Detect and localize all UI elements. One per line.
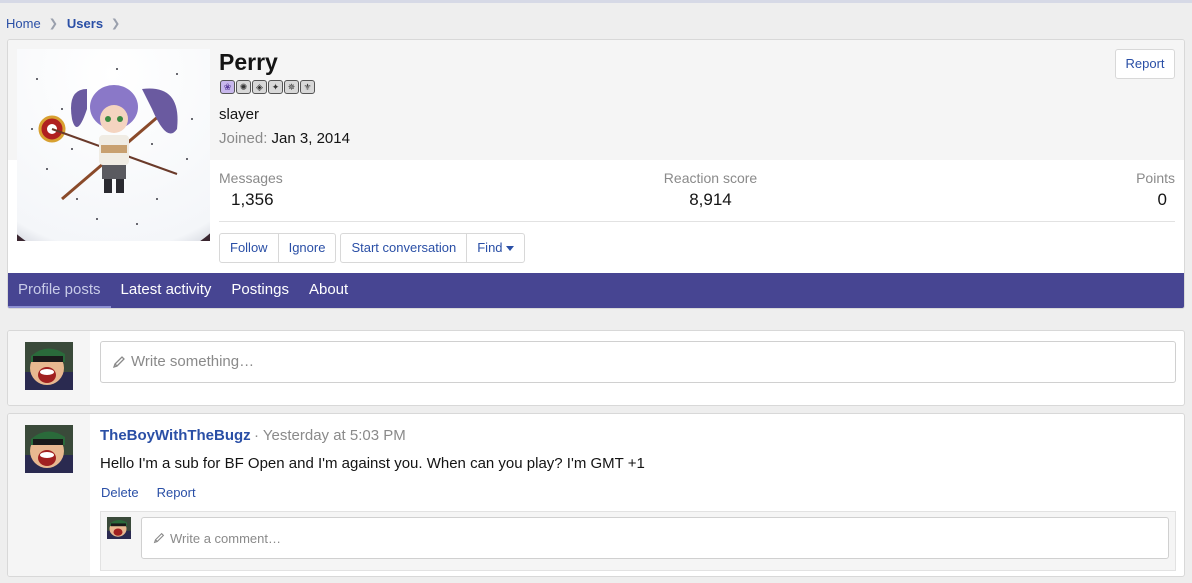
stat-value: 8,914: [689, 190, 732, 209]
pencil-icon: [153, 532, 165, 544]
chevron-right-icon: ❯: [111, 17, 121, 30]
tab-profile-posts[interactable]: Profile posts: [8, 273, 111, 308]
stat-label: Reaction score: [663, 170, 758, 186]
stat-messages[interactable]: Messages 1,356: [219, 170, 283, 210]
write-comment-input[interactable]: Write a comment…: [141, 517, 1169, 559]
start-conversation-button[interactable]: Start conversation: [341, 234, 468, 262]
pencil-icon: [112, 356, 125, 369]
conversation-find-group: Start conversation Find: [340, 233, 525, 263]
follow-ignore-group: Follow Ignore: [219, 233, 337, 263]
chevron-right-icon: ❯: [48, 17, 58, 30]
member-stats: Messages 1,356 Reaction score 8,914 Poin…: [219, 170, 1175, 222]
write-comment-placeholder: Write a comment…: [170, 530, 282, 546]
joined-date: Jan 3, 2014: [271, 130, 350, 147]
badge-icon: ✦: [268, 80, 283, 94]
badge-icon: ✺: [236, 80, 251, 94]
top-border: [0, 0, 1192, 3]
report-member-button[interactable]: Report: [1115, 49, 1175, 79]
post-actions: Delete Report: [101, 485, 196, 500]
find-button[interactable]: Find: [467, 234, 523, 262]
write-something-input[interactable]: Write something…: [100, 341, 1176, 383]
badge-icon: ◈: [252, 80, 267, 94]
stat-value: 0: [1157, 190, 1167, 209]
profile-post-composer: Write something…: [7, 330, 1185, 406]
badge-icon: ❀: [220, 80, 235, 94]
member-joined: Joined: Jan 3, 2014: [219, 130, 350, 147]
member-actions: Follow Ignore Start conversation Find: [219, 233, 525, 263]
follow-button[interactable]: Follow: [220, 234, 279, 262]
post-body: Hello I'm a sub for BF Open and I'm agai…: [100, 455, 645, 472]
stat-reaction-score[interactable]: Reaction score 8,914: [663, 170, 758, 210]
find-label: Find: [477, 240, 503, 255]
avatar[interactable]: [25, 342, 73, 390]
post-timestamp[interactable]: · Yesterday at 5:03 PM: [254, 427, 406, 444]
avatar[interactable]: [17, 49, 210, 241]
badge-icon: ✵: [284, 80, 299, 94]
member-header: Perry ❀ ✺ ◈ ✦ ✵ ⚜ slayer Joined: Jan 3, …: [7, 39, 1185, 309]
avatar[interactable]: [107, 517, 131, 539]
stat-label: Points: [1136, 170, 1175, 186]
profile-tabs: Profile posts Latest activity Postings A…: [8, 273, 1184, 308]
tab-latest-activity[interactable]: Latest activity: [111, 273, 222, 308]
delete-post-link[interactable]: Delete: [101, 485, 139, 500]
breadcrumb-home[interactable]: Home: [6, 16, 41, 31]
joined-label: Joined:: [219, 130, 268, 147]
stat-points[interactable]: Points 0: [1136, 170, 1175, 210]
caret-down-icon: [505, 245, 514, 251]
member-badges: ❀ ✺ ◈ ✦ ✵ ⚜: [220, 80, 315, 94]
tab-about[interactable]: About: [299, 273, 358, 308]
comment-composer: Write a comment…: [100, 511, 1176, 571]
post-author-link[interactable]: TheBoyWithTheBugz: [100, 427, 251, 444]
profile-post: TheBoyWithTheBugz · Yesterday at 5:03 PM…: [7, 413, 1185, 577]
breadcrumb: Home ❯ Users ❯: [6, 14, 129, 32]
breadcrumb-users[interactable]: Users: [67, 16, 103, 31]
stat-value: 1,356: [231, 190, 274, 209]
stat-label: Messages: [219, 170, 283, 186]
avatar[interactable]: [25, 425, 73, 473]
member-name: Perry: [219, 49, 278, 75]
tab-postings[interactable]: Postings: [221, 273, 299, 308]
report-post-link[interactable]: Report: [157, 485, 196, 500]
badge-icon: ⚜: [300, 80, 315, 94]
ignore-button[interactable]: Ignore: [279, 234, 336, 262]
member-title: slayer: [219, 106, 260, 123]
write-something-placeholder: Write something…: [131, 353, 255, 370]
